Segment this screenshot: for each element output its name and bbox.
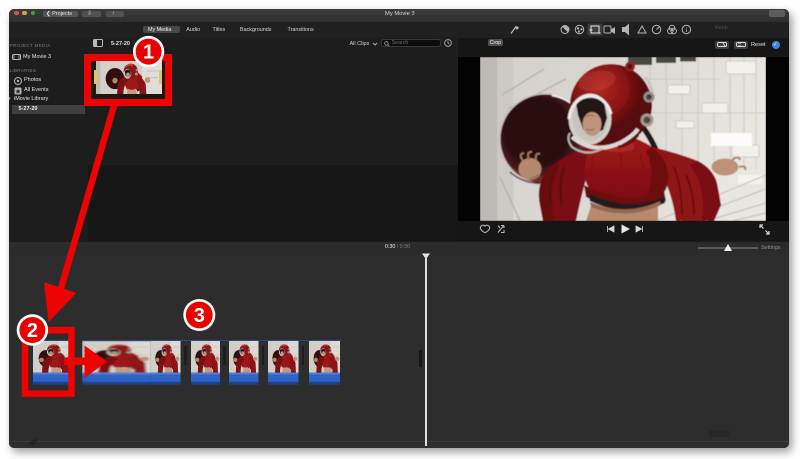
svg-text:2: 2	[27, 320, 38, 342]
svg-text:1: 1	[143, 42, 154, 64]
svg-text:3: 3	[194, 305, 205, 327]
